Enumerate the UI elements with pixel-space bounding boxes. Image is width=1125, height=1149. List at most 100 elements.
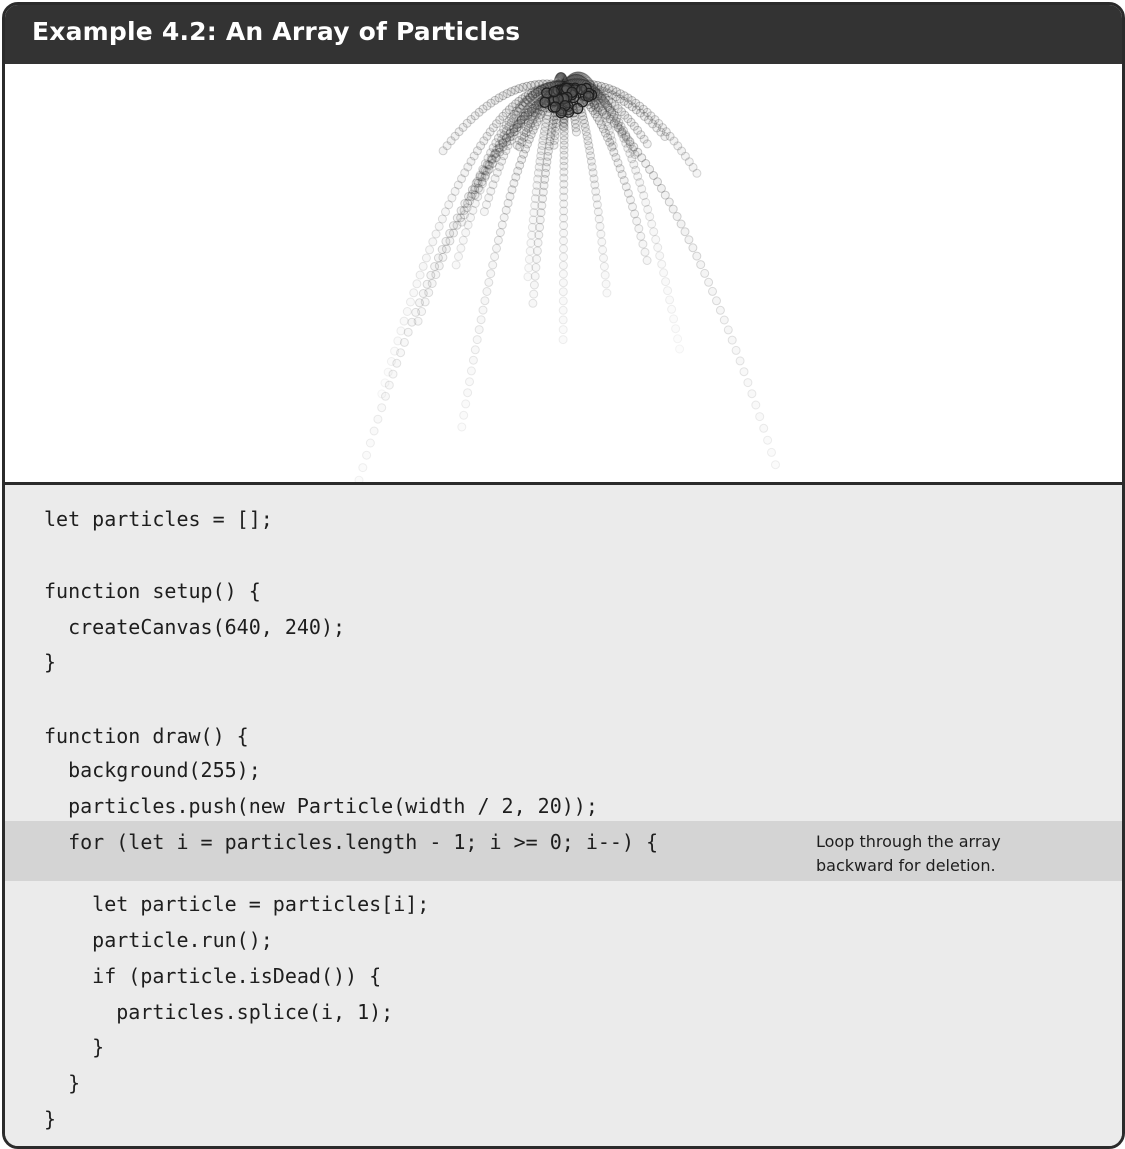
particle (430, 262, 440, 271)
particle (499, 213, 509, 222)
particle (406, 297, 415, 307)
particle (653, 243, 663, 252)
particle (727, 335, 737, 345)
code-line: let particles = []; (44, 507, 273, 531)
particle (559, 213, 569, 223)
particle (558, 325, 568, 335)
particle (549, 140, 559, 150)
particle (380, 378, 390, 388)
particle (411, 307, 421, 317)
particle (715, 305, 725, 315)
code-line: } (44, 1035, 105, 1059)
particle (422, 279, 432, 289)
particle (659, 268, 669, 278)
particle-system-render (354, 71, 780, 482)
particle (474, 325, 484, 335)
particle (672, 212, 682, 221)
particle (415, 298, 424, 308)
particle (490, 252, 500, 262)
particle (558, 260, 568, 270)
particle (466, 213, 475, 223)
particle (441, 236, 451, 246)
particle (667, 304, 677, 314)
particle (558, 269, 568, 279)
particle (535, 222, 545, 232)
particle (468, 355, 478, 365)
code-line: let particle = particles[i]; (44, 892, 430, 916)
particle (747, 389, 757, 399)
code-line: function setup() { (44, 579, 261, 603)
particle (465, 377, 474, 387)
particle (466, 366, 476, 376)
particle (558, 335, 568, 345)
particle (454, 252, 463, 261)
particle (692, 251, 702, 261)
particle (602, 288, 612, 298)
particle (421, 253, 431, 263)
particle (438, 146, 448, 156)
code-line: particle.run(); (44, 928, 273, 952)
code-annotation: Loop through the array backward for dele… (816, 832, 1001, 875)
particle (362, 450, 372, 460)
particle (688, 243, 698, 253)
particle (668, 204, 678, 214)
particle (657, 259, 667, 269)
particle (449, 221, 458, 231)
particle (649, 227, 659, 237)
particle (663, 286, 673, 296)
particle (377, 389, 387, 399)
particle (596, 229, 606, 239)
particle (482, 287, 492, 296)
particle (558, 278, 568, 288)
particle (572, 102, 584, 115)
particle (501, 205, 511, 215)
code-line: function draw() { (44, 724, 249, 748)
particle (457, 422, 467, 432)
particle (735, 356, 745, 366)
particle (731, 345, 741, 355)
particle (671, 324, 681, 334)
particle (409, 288, 419, 298)
particle (470, 345, 480, 355)
particle (638, 239, 648, 249)
particle (559, 236, 568, 246)
particle (599, 262, 609, 271)
particle (476, 315, 486, 325)
particle (528, 298, 538, 308)
particle (600, 270, 610, 280)
particle (771, 460, 780, 470)
particle (743, 378, 753, 388)
code-line: particles.splice(i, 1); (44, 1000, 394, 1024)
particle (463, 388, 473, 398)
particle (640, 247, 650, 257)
particle (399, 316, 409, 326)
particle (675, 344, 685, 354)
particle (403, 327, 413, 337)
particle (478, 305, 488, 315)
particle (558, 287, 568, 297)
particle (459, 410, 469, 420)
particle (472, 335, 482, 345)
particle (673, 334, 683, 344)
particle (759, 423, 769, 433)
particle (373, 414, 383, 424)
particle (433, 253, 443, 263)
particle (684, 235, 694, 245)
particle (431, 229, 441, 239)
particle (594, 214, 604, 224)
particle (642, 256, 652, 265)
particle (634, 224, 644, 234)
particle (559, 228, 569, 238)
particle (680, 227, 690, 237)
particle (558, 315, 568, 325)
particle (559, 252, 568, 262)
code-listing: let particles = []; function setup() { c… (5, 485, 1122, 1146)
particle (495, 228, 505, 237)
particle (390, 346, 400, 356)
particle (676, 219, 686, 229)
particle (532, 246, 542, 256)
particle (386, 357, 396, 366)
particle (549, 101, 562, 113)
particle (599, 253, 608, 263)
particle (655, 251, 665, 261)
